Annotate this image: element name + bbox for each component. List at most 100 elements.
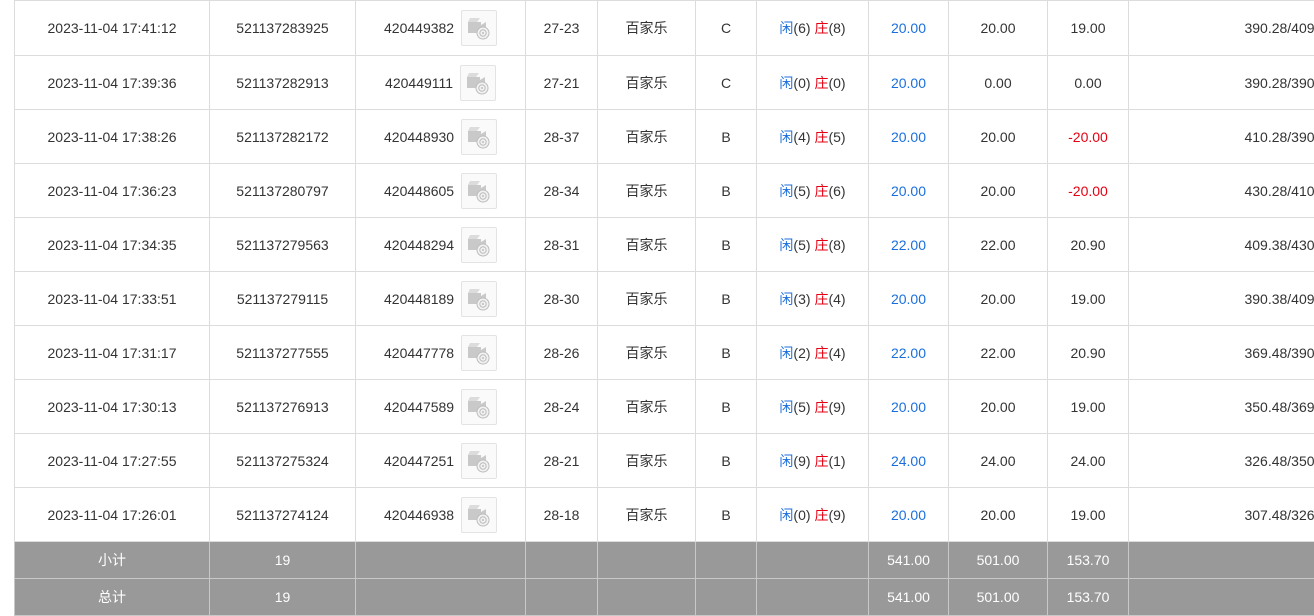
order-id: 521137275324 <box>236 453 328 469</box>
player-label: 闲 <box>779 291 793 307</box>
bet-time-cell: 2023-11-04 17:34:35 <box>15 218 210 272</box>
banker-label: 庄 <box>814 20 828 36</box>
summary-win-loss: 153.70 <box>1067 552 1110 568</box>
result-cell: 闲(5) 庄(6) <box>757 164 869 218</box>
valid-bet-cell: 20.00 <box>949 1 1048 56</box>
order-id-cell: 521137276913 <box>210 380 356 434</box>
video-replay-icon[interactable] <box>461 227 497 263</box>
result-cell: 闲(4) 庄(5) <box>757 110 869 164</box>
balance-cell: 390.28/390.28 <box>1129 56 1314 110</box>
game-type: 百家乐 <box>626 237 668 253</box>
game-id-cell: 420447251 <box>356 434 526 488</box>
balance-cell: 409.38/430.28 <box>1129 218 1314 272</box>
table-row: 2023-11-04 17:36:23 521137280797 4204486… <box>15 164 1314 218</box>
banker-label: 庄 <box>814 237 828 253</box>
player-score: (2) <box>793 345 810 361</box>
video-replay-icon[interactable] <box>461 119 497 155</box>
balance: 350.48/369.48 <box>1244 399 1314 415</box>
win-loss: 19.00 <box>1070 291 1105 307</box>
banker-score: (9) <box>828 399 845 415</box>
table-row: 2023-11-04 17:30:13 521137276913 4204475… <box>15 380 1314 434</box>
balance: 390.28/409.28 <box>1244 20 1314 36</box>
round-no: 27-23 <box>544 20 580 36</box>
win-loss: 20.90 <box>1070 345 1105 361</box>
video-replay-icon[interactable] <box>461 10 497 46</box>
order-id-cell: 521137274124 <box>210 488 356 542</box>
win-loss: 19.00 <box>1070 507 1105 523</box>
bet-amount: 20.00 <box>891 183 926 199</box>
bet-time: 2023-11-04 17:34:35 <box>48 237 177 253</box>
valid-bet: 20.00 <box>980 291 1015 307</box>
video-replay-icon[interactable] <box>460 65 496 101</box>
game-id-cell: 420449111 <box>356 56 526 110</box>
video-replay-icon[interactable] <box>461 497 497 533</box>
video-replay-icon[interactable] <box>461 443 497 479</box>
round-no: 28-21 <box>544 453 580 469</box>
game-type-cell: 百家乐 <box>598 380 696 434</box>
valid-bet-cell: 20.00 <box>949 488 1048 542</box>
banker-label: 庄 <box>814 291 828 307</box>
summary-valid-bet-cell: 501.00 <box>949 579 1048 616</box>
bet-time-cell: 2023-11-04 17:39:36 <box>15 56 210 110</box>
win-loss: 0.00 <box>1074 75 1101 91</box>
table-code: B <box>721 507 730 523</box>
player-score: (4) <box>793 129 810 145</box>
game-type: 百家乐 <box>626 75 668 91</box>
game-id-cell: 420448930 <box>356 110 526 164</box>
balance-cell: 350.48/369.48 <box>1129 380 1314 434</box>
round-no: 28-30 <box>544 291 580 307</box>
result-cell: 闲(5) 庄(9) <box>757 380 869 434</box>
banker-score: (6) <box>828 183 845 199</box>
summary-empty-cell <box>757 579 869 616</box>
bet-time: 2023-11-04 17:39:36 <box>48 75 177 91</box>
table-cell: B <box>696 434 757 488</box>
game-type: 百家乐 <box>626 20 668 36</box>
balance: 326.48/350.48 <box>1244 453 1314 469</box>
table-row: 2023-11-04 17:39:36 521137282913 4204491… <box>15 56 1314 110</box>
win-loss-cell: 19.00 <box>1048 380 1129 434</box>
video-replay-icon[interactable] <box>461 335 497 371</box>
player-score: (6) <box>793 20 810 36</box>
player-score: (9) <box>793 453 810 469</box>
player-score: (0) <box>793 507 810 523</box>
order-id-cell: 521137279563 <box>210 218 356 272</box>
result-cell: 闲(2) 庄(4) <box>757 326 869 380</box>
game-id-cell: 420448294 <box>356 218 526 272</box>
video-replay-icon[interactable] <box>461 389 497 425</box>
bet-time-cell: 2023-11-04 17:31:17 <box>15 326 210 380</box>
bet-amount-cell: 24.00 <box>869 434 949 488</box>
game-type-cell: 百家乐 <box>598 326 696 380</box>
game-id: 420447589 <box>384 399 454 415</box>
valid-bet-cell: 20.00 <box>949 272 1048 326</box>
summary-empty-cell <box>356 542 526 579</box>
video-replay-icon[interactable] <box>461 173 497 209</box>
win-loss-cell: -20.00 <box>1048 164 1129 218</box>
bet-time: 2023-11-04 17:26:01 <box>48 507 177 523</box>
round-no: 28-31 <box>544 237 580 253</box>
win-loss-cell: 20.90 <box>1048 326 1129 380</box>
order-id: 521137282172 <box>236 129 328 145</box>
round-cell: 28-30 <box>526 272 598 326</box>
summary-win-loss: 153.70 <box>1067 589 1110 605</box>
bet-amount: 20.00 <box>891 399 926 415</box>
player-label: 闲 <box>779 237 793 253</box>
valid-bet: 0.00 <box>984 75 1011 91</box>
video-replay-icon[interactable] <box>461 281 497 317</box>
valid-bet: 20.00 <box>980 129 1015 145</box>
banker-label: 庄 <box>814 453 828 469</box>
table-cell: B <box>696 326 757 380</box>
banker-score: (4) <box>828 345 845 361</box>
game-type-cell: 百家乐 <box>598 218 696 272</box>
summary-count: 19 <box>275 589 291 605</box>
valid-bet-cell: 20.00 <box>949 380 1048 434</box>
order-id-cell: 521137283925 <box>210 1 356 56</box>
player-label: 闲 <box>779 399 793 415</box>
balance: 307.48/326.48 <box>1244 507 1314 523</box>
valid-bet: 20.00 <box>980 20 1015 36</box>
summary-count: 19 <box>275 552 291 568</box>
table-row: 2023-11-04 17:31:17 521137277555 4204477… <box>15 326 1314 380</box>
bet-time-cell: 2023-11-04 17:30:13 <box>15 380 210 434</box>
order-id: 521137279115 <box>237 291 328 307</box>
win-loss-cell: 24.00 <box>1048 434 1129 488</box>
round-no: 28-26 <box>544 345 580 361</box>
